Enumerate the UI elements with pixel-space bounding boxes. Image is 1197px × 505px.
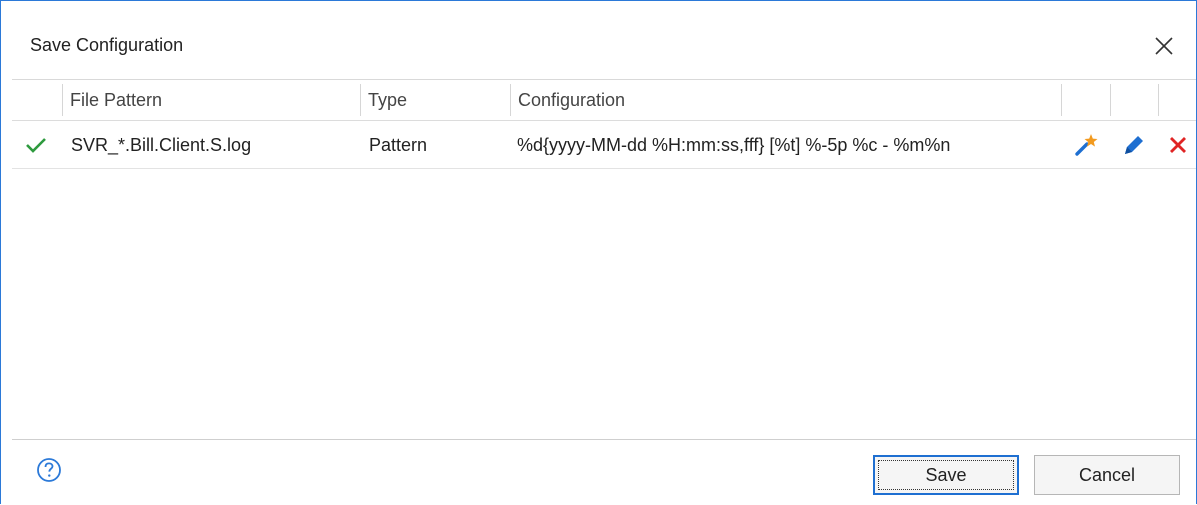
type-cell: Pattern — [369, 135, 428, 155]
save-button[interactable]: Save — [873, 455, 1019, 495]
check-icon — [26, 138, 46, 153]
column-separator[interactable] — [1158, 84, 1159, 116]
configuration-cell: %d{yyyy-MM-dd %H:mm:ss,fff} [%t] %-5p %c… — [517, 135, 951, 155]
edit-button[interactable] — [1112, 121, 1156, 169]
column-header-configuration[interactable]: Configuration — [510, 80, 1060, 120]
delete-button[interactable] — [1160, 121, 1196, 169]
column-header-file-pattern[interactable]: File Pattern — [62, 80, 360, 120]
help-icon — [37, 458, 61, 482]
column-header-type[interactable]: Type — [360, 80, 510, 120]
wizard-button[interactable] — [1064, 121, 1108, 169]
magic-wand-icon — [1075, 134, 1098, 156]
close-icon — [1155, 37, 1173, 55]
pencil-icon — [1125, 136, 1143, 154]
save-configuration-dialog: Save Configuration File Pattern Type Con… — [0, 0, 1197, 504]
dialog-footer: Save Cancel — [1, 441, 1196, 505]
dialog-title: Save Configuration — [30, 35, 184, 55]
table-row[interactable]: SVR_*.Bill.Client.S.log Pattern %d{yyyy-… — [12, 121, 1196, 169]
help-button[interactable] — [36, 457, 62, 483]
file-pattern-cell: SVR_*.Bill.Client.S.log — [71, 135, 252, 155]
configuration-grid: File Pattern Type Configuration SVR_*.Bi… — [12, 79, 1196, 440]
grid-header: File Pattern Type Configuration — [12, 80, 1196, 121]
cancel-button[interactable]: Cancel — [1034, 455, 1180, 495]
row-status — [16, 121, 56, 169]
close-button[interactable] — [1149, 31, 1179, 61]
dialog-titlebar: Save Configuration — [1, 1, 1196, 79]
column-separator[interactable] — [1110, 84, 1111, 116]
column-separator[interactable] — [1061, 84, 1062, 116]
delete-icon — [1170, 137, 1186, 153]
